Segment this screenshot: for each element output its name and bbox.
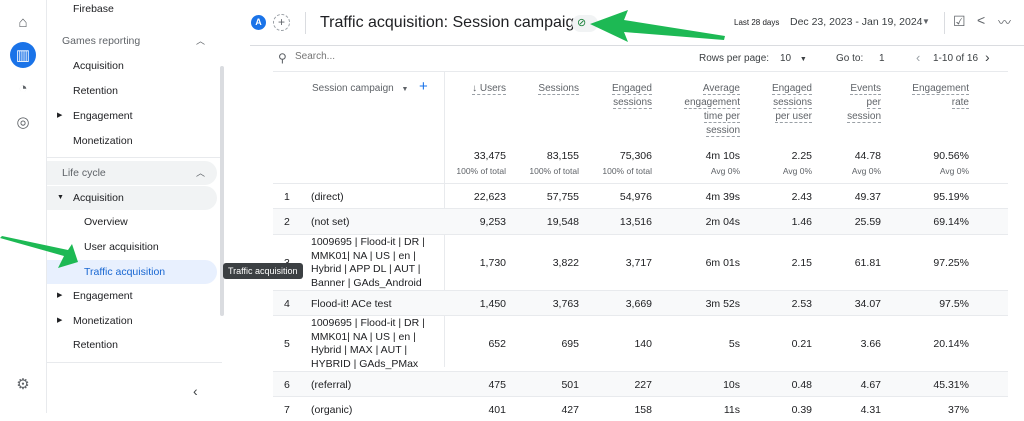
green-arrow-sidebar bbox=[0, 236, 78, 268]
green-arrow-title bbox=[590, 10, 725, 42]
annotation-arrows bbox=[0, 10, 725, 268]
